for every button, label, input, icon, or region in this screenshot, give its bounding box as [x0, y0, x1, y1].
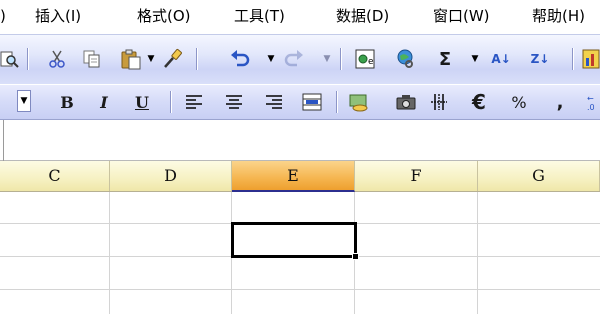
formatting-toolbar: ▼ B I U € % , ← .0	[0, 84, 600, 120]
toolbar-separator	[336, 91, 337, 113]
paste-dropdown-icon[interactable]: ▼	[146, 46, 156, 72]
insert-hyperlink-icon[interactable]: e	[352, 46, 378, 72]
comma-style-button[interactable]: ,	[550, 89, 570, 115]
italic-button[interactable]: I	[93, 89, 115, 115]
toolbar-separator	[27, 48, 28, 70]
redo-dropdown-icon[interactable]: ▼	[322, 46, 332, 72]
column-header-d[interactable]: D	[110, 161, 232, 191]
menu-tools[interactable]: 工具(T)	[234, 4, 285, 28]
formula-bar	[0, 120, 600, 161]
toolbar-separator	[170, 91, 171, 113]
toolbar-separator	[572, 48, 573, 70]
undo-icon[interactable]	[228, 46, 252, 72]
menu-bar: ) 插入(I) 格式(O) 工具(T) 数据(D) 窗口(W) 帮助(H)	[0, 0, 600, 34]
currency-style-icon[interactable]	[346, 89, 372, 115]
autosum-button[interactable]: Σ	[436, 46, 454, 72]
undo-dropdown-icon[interactable]: ▼	[266, 46, 276, 72]
menu-format[interactable]: 格式(O)	[137, 4, 191, 28]
sort-ascending-button[interactable]: A↓	[488, 46, 514, 72]
column-header-e[interactable]: E	[232, 161, 355, 192]
svg-text:.0: .0	[587, 103, 595, 112]
print-preview-icon[interactable]	[0, 46, 20, 72]
menu-window[interactable]: 窗口(W)	[433, 4, 490, 28]
font-size-dropdown-icon[interactable]: ▼	[17, 90, 31, 112]
column-header-f[interactable]: F	[355, 161, 478, 191]
align-right-icon[interactable]	[262, 89, 286, 115]
align-left-icon[interactable]	[182, 89, 206, 115]
underline-button[interactable]: U	[131, 89, 153, 115]
paste-icon[interactable]	[118, 46, 144, 72]
copy-icon[interactable]	[80, 46, 104, 72]
grid-row-line	[0, 289, 600, 290]
euro-button[interactable]: €	[468, 89, 490, 115]
grid-column-line	[109, 192, 110, 314]
format-painter-icon[interactable]	[160, 46, 184, 72]
redo-icon[interactable]	[282, 46, 306, 72]
column-headers: C D E F G	[0, 161, 600, 192]
sort-descending-button[interactable]: Z↓	[527, 46, 553, 72]
column-header-g[interactable]: G	[478, 161, 600, 191]
increase-decimal-icon[interactable]: ← .0	[585, 89, 600, 115]
percent-style-button[interactable]: %	[508, 89, 530, 115]
chart-wizard-icon[interactable]	[582, 46, 600, 72]
cut-icon[interactable]	[45, 46, 69, 72]
align-center-icon[interactable]	[222, 89, 246, 115]
grid-column-line	[477, 192, 478, 314]
menu-item-truncated[interactable]: )	[0, 4, 6, 28]
menu-insert[interactable]: 插入(I)	[35, 4, 81, 28]
svg-text:←: ←	[587, 94, 594, 103]
menu-data[interactable]: 数据(D)	[336, 4, 389, 28]
toolbar-separator	[340, 48, 341, 70]
borders-icon[interactable]	[428, 89, 450, 115]
research-icon[interactable]	[393, 46, 419, 72]
standard-toolbar: ▼ ▼ ▼ e Σ ▼ A↓ Z↓	[0, 34, 600, 84]
bold-button[interactable]: B	[56, 89, 78, 115]
fill-handle[interactable]	[352, 253, 359, 260]
merge-center-icon[interactable]	[300, 89, 324, 115]
camera-icon[interactable]	[395, 89, 417, 115]
toolbar-separator	[196, 48, 197, 70]
active-cell-e[interactable]	[231, 222, 357, 258]
svg-text:e: e	[368, 57, 374, 67]
menu-help[interactable]: 帮助(H)	[532, 4, 585, 28]
autosum-dropdown-icon[interactable]: ▼	[470, 46, 480, 72]
column-header-c[interactable]: C	[0, 161, 110, 191]
